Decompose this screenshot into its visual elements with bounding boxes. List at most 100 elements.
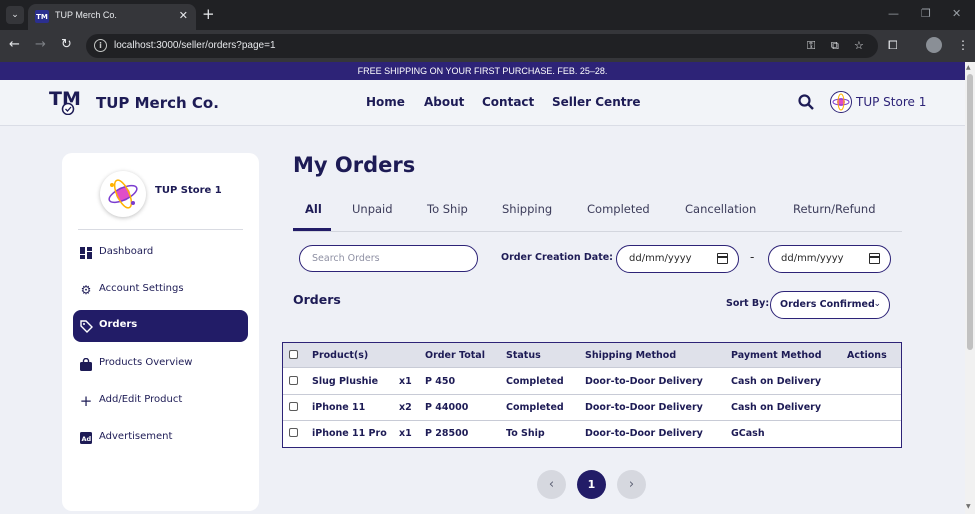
sidebar-item-dashboard[interactable]: Dashboard <box>73 237 248 269</box>
cell-shipping-method: Door-to-Door Delivery <box>585 428 703 439</box>
nav-seller-centre[interactable]: Seller Centre <box>552 95 641 109</box>
order-date-label: Order Creation Date: <box>501 252 613 263</box>
sidebar-item-products-overview[interactable]: Products Overview <box>73 348 248 380</box>
search-orders-input[interactable]: Search Orders <box>299 245 478 272</box>
nav-about[interactable]: About <box>424 95 464 109</box>
nav-home[interactable]: Home <box>366 95 405 109</box>
tab-completed[interactable]: Completed <box>587 202 650 216</box>
calendar-icon[interactable] <box>869 253 880 264</box>
gear-icon: ⚙ <box>80 283 92 297</box>
nav-contact[interactable]: Contact <box>482 95 534 109</box>
scroll-thumb[interactable] <box>967 74 973 350</box>
table-row[interactable]: iPhone 11 x2 P 44000 Completed Door-to-D… <box>283 395 901 421</box>
date-from-input[interactable]: dd/mm/yyyy <box>616 245 739 273</box>
sort-by-label: Sort By: <box>726 298 770 309</box>
tab-to-ship[interactable]: To Ship <box>427 202 468 216</box>
pagination-current-page[interactable]: 1 <box>577 470 606 499</box>
scroll-up-icon[interactable]: ▲ <box>966 64 971 71</box>
tab-shipping[interactable]: Shipping <box>502 202 552 216</box>
sidebar-store-avatar <box>100 171 146 217</box>
install-app-icon[interactable]: ⧉ <box>831 39 839 53</box>
page-scrollbar[interactable]: ▲ ▼ <box>965 62 975 514</box>
svg-text:Ad: Ad <box>82 435 92 443</box>
date-to-value: dd/mm/yyyy <box>781 253 844 264</box>
cell-status: Completed <box>506 376 564 387</box>
cell-shipping-method: Door-to-Door Delivery <box>585 376 703 387</box>
sidebar-item-label: Dashboard <box>99 246 154 257</box>
date-to-input[interactable]: dd/mm/yyyy <box>768 245 891 273</box>
cell-shipping-method: Door-to-Door Delivery <box>585 402 703 413</box>
tab-all[interactable]: All <box>305 202 322 216</box>
cell-quantity: x1 <box>399 376 412 387</box>
new-tab-icon[interactable]: + <box>202 6 215 22</box>
plus-icon: + <box>79 392 93 410</box>
store-name-link[interactable]: TUP Store 1 <box>856 95 926 109</box>
tab-search-chevron-icon[interactable]: ⌄ <box>6 6 24 24</box>
password-key-icon[interactable]: ⚿ <box>807 39 815 53</box>
extensions-icon[interactable]: ⧠ <box>888 38 898 53</box>
promo-banner: FREE SHIPPING ON YOUR FIRST PURCHASE. FE… <box>0 62 965 80</box>
cell-quantity: x1 <box>399 428 412 439</box>
profile-avatar-icon[interactable] <box>926 37 942 53</box>
scroll-down-icon[interactable]: ▼ <box>966 503 971 510</box>
date-range-separator: - <box>750 250 755 264</box>
tab-close-icon[interactable]: ✕ <box>179 9 188 22</box>
back-icon[interactable]: ← <box>9 38 20 52</box>
table-row[interactable]: Slug Plushie x1 P 450 Completed Door-to-… <box>283 369 901 395</box>
row-checkbox[interactable] <box>289 376 298 385</box>
sidebar-item-label: Account Settings <box>99 283 184 294</box>
sidebar-item-label: Orders <box>99 319 138 330</box>
menu-kebab-icon[interactable]: ⋮ <box>957 38 969 52</box>
site-info-icon[interactable]: i <box>94 39 107 52</box>
minimize-icon[interactable]: — <box>888 7 899 20</box>
cell-product: Slug Plushie <box>312 376 379 387</box>
bookmark-star-icon[interactable]: ☆ <box>854 39 864 52</box>
store-avatar-icon[interactable] <box>830 91 852 113</box>
tab-unpaid[interactable]: Unpaid <box>352 202 393 216</box>
column-header-products: Product(s) <box>312 350 369 361</box>
url-text[interactable]: localhost:3000/seller/orders?page=1 <box>114 40 276 51</box>
tab-title: TUP Merch Co. <box>55 10 117 20</box>
browser-tab[interactable]: TM TUP Merch Co. ✕ <box>28 4 196 30</box>
search-icon[interactable] <box>797 93 815 111</box>
dashboard-icon <box>79 246 93 260</box>
restore-icon[interactable]: ❐ <box>921 7 931 20</box>
cell-quantity: x2 <box>399 402 412 413</box>
sidebar-item-advertisement[interactable]: Ad Advertisement <box>73 422 248 454</box>
cell-product: iPhone 11 <box>312 402 366 413</box>
cell-payment-method: Cash on Delivery <box>731 402 822 413</box>
active-tab-indicator <box>293 228 331 231</box>
sidebar-item-label: Add/Edit Product <box>99 394 183 405</box>
column-header-shipping-method: Shipping Method <box>585 350 677 361</box>
logo-icon[interactable]: TM <box>48 85 86 116</box>
address-bar[interactable]: i localhost:3000/seller/orders?page=1 ⚿ … <box>86 34 878 58</box>
tab-return-refund[interactable]: Return/Refund <box>793 202 876 216</box>
seller-sidebar: TUP Store 1 Dashboard ⚙ Account Settings… <box>62 153 259 511</box>
table-row[interactable]: iPhone 11 Pro x1 P 28500 To Ship Door-to… <box>283 421 901 447</box>
chevron-down-icon: ⌄ <box>873 299 881 309</box>
sidebar-item-orders[interactable]: Orders <box>73 310 248 342</box>
row-checkbox[interactable] <box>289 402 298 411</box>
column-header-payment-method: Payment Method <box>731 350 822 361</box>
cell-order-total: P 28500 <box>425 428 469 439</box>
reload-icon[interactable]: ↻ <box>61 38 72 52</box>
site-header: TM TUP Merch Co. Home About Contact Sell… <box>0 80 965 126</box>
tab-cancellation[interactable]: Cancellation <box>685 202 756 216</box>
forward-icon[interactable]: → <box>35 38 46 52</box>
search-orders-placeholder: Search Orders <box>312 253 380 264</box>
shopping-bag-icon <box>79 357 93 371</box>
calendar-icon[interactable] <box>717 253 728 264</box>
row-checkbox[interactable] <box>289 428 298 437</box>
sidebar-item-add-edit-product[interactable]: + Add/Edit Product <box>73 385 248 417</box>
window-close-icon[interactable]: ✕ <box>952 7 961 20</box>
sort-by-select[interactable]: Orders Confirmed ⌄ <box>770 291 890 319</box>
pagination-prev-button[interactable]: ‹ <box>537 470 566 499</box>
sidebar-item-account-settings[interactable]: ⚙ Account Settings <box>73 274 248 306</box>
column-header-status: Status <box>506 350 541 361</box>
tab-favicon-icon: TM <box>35 10 49 23</box>
date-from-value: dd/mm/yyyy <box>629 253 692 264</box>
cell-status: To Ship <box>506 428 545 439</box>
select-all-checkbox[interactable] <box>289 350 298 359</box>
brand-name[interactable]: TUP Merch Co. <box>96 94 219 112</box>
pagination-next-button[interactable]: › <box>617 470 646 499</box>
